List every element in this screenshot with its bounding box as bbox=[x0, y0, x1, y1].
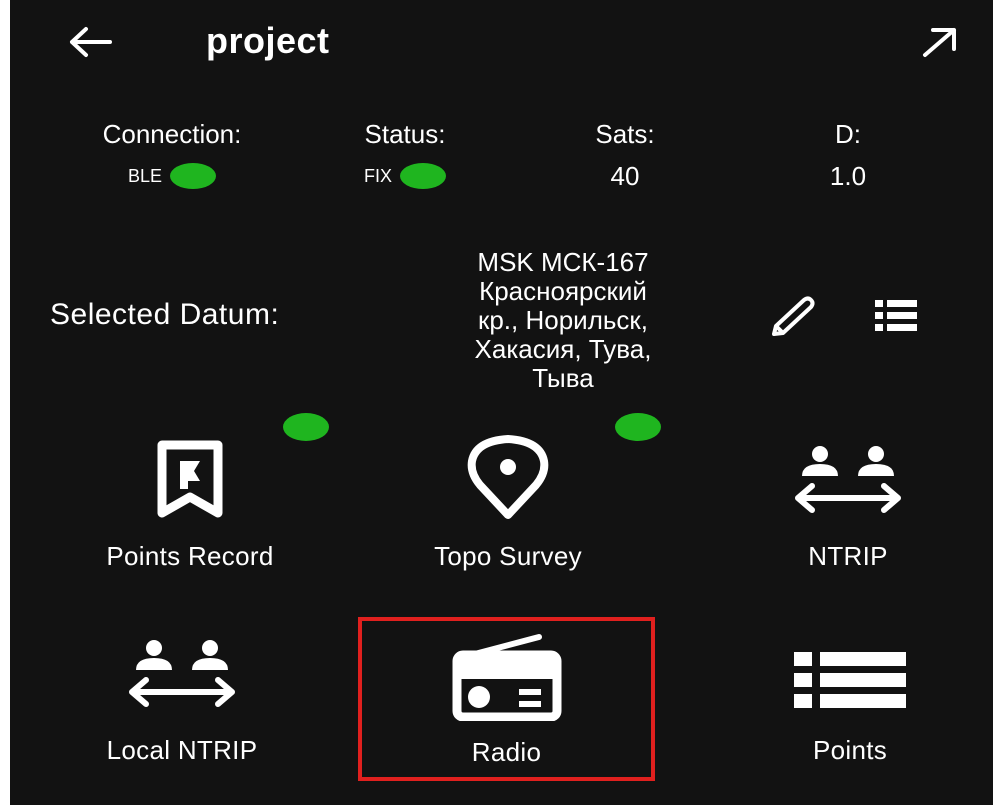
users-transfer-icon bbox=[795, 446, 901, 513]
radio-highlight-frame bbox=[358, 617, 655, 781]
page-title: project bbox=[206, 20, 330, 61]
datum-line: Тыва bbox=[532, 363, 594, 393]
list-icon bbox=[875, 300, 917, 331]
users-transfer-icon bbox=[129, 640, 235, 707]
arrow-up-right-icon bbox=[923, 28, 956, 57]
datum-label: Selected Datum: bbox=[50, 298, 280, 331]
sats-value: 40 bbox=[610, 161, 640, 191]
pencil-icon bbox=[772, 296, 815, 336]
datum-value: MSK МСК-167 Красноярский кр., Норильск, … bbox=[408, 248, 718, 393]
tile-local-ntrip[interactable]: Local NTRIP bbox=[32, 628, 332, 788]
datum-line: кр., Норильск, bbox=[477, 305, 649, 335]
expand-button[interactable] bbox=[914, 18, 966, 66]
tile-points[interactable]: Points bbox=[700, 628, 993, 788]
arrow-left-icon bbox=[70, 27, 112, 57]
tile-label: Points bbox=[812, 735, 888, 765]
datum-line: Хакасия, Тува, bbox=[474, 334, 652, 364]
connection-indicator bbox=[170, 163, 217, 189]
edit-datum-button[interactable] bbox=[762, 290, 822, 342]
connection-type: BLE bbox=[127, 166, 163, 186]
datum-line: MSK МСК-167 bbox=[477, 247, 649, 277]
app-screen: project Connection: BLE Status: FIX Sats… bbox=[10, 0, 993, 805]
status-label: Status: bbox=[364, 119, 446, 149]
location-pin-icon bbox=[467, 435, 549, 519]
tile-label: Local NTRIP bbox=[106, 735, 258, 765]
tile-points-record[interactable]: Points Record bbox=[40, 430, 340, 590]
back-button[interactable] bbox=[62, 18, 118, 66]
status-indicator bbox=[400, 163, 446, 189]
tile-label: Topo Survey bbox=[434, 541, 582, 571]
tile-label: Points Record bbox=[106, 541, 274, 571]
status-value: FIX bbox=[310, 160, 500, 192]
connection-label: Connection: bbox=[102, 119, 242, 149]
flag-bookmark-icon bbox=[157, 440, 223, 518]
sats-label: Sats: bbox=[595, 119, 655, 149]
tile-ntrip[interactable]: NTRIP bbox=[698, 430, 993, 590]
d-label: D: bbox=[835, 119, 861, 149]
list-icon bbox=[794, 652, 906, 708]
connection-value: BLE bbox=[52, 160, 292, 192]
datum-list-button[interactable] bbox=[868, 292, 924, 340]
tile-label: NTRIP bbox=[808, 541, 888, 571]
fix-status: FIX bbox=[363, 166, 392, 186]
tile-topo-survey[interactable]: Topo Survey bbox=[358, 430, 658, 590]
d-value: 1.0 bbox=[829, 161, 867, 191]
datum-line: Красноярский bbox=[479, 276, 647, 306]
